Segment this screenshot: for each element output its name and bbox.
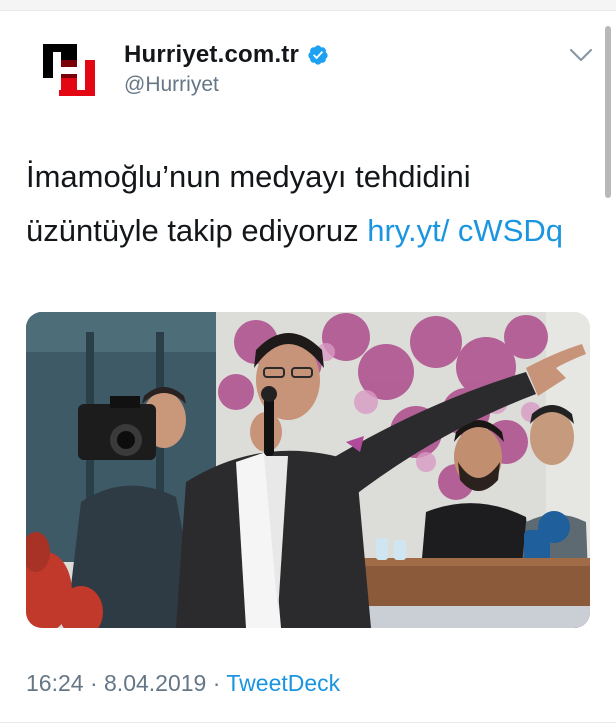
chevron-down-icon[interactable] xyxy=(568,46,594,64)
author-avatar[interactable]: H xyxy=(41,42,97,98)
meta-separator: · xyxy=(89,670,98,696)
bottom-divider xyxy=(0,722,616,723)
author-display-name[interactable]: Hurriyet.com.tr xyxy=(124,41,299,69)
hurriyet-logo-icon: H xyxy=(41,42,97,98)
tweet-source-link[interactable]: TweetDeck xyxy=(226,670,340,696)
tweet-media-photo[interactable] xyxy=(26,312,590,628)
tweet-link[interactable]: hry.yt/ cWSDq xyxy=(367,213,563,248)
meta-separator: · xyxy=(212,670,221,696)
tweet-meta: 16:24 · 8.04.2019 · TweetDeck xyxy=(26,670,340,697)
scrollbar-thumb[interactable] xyxy=(605,26,611,198)
author-handle[interactable]: @Hurriyet xyxy=(124,73,329,97)
tweet-text: İmamoğlu’nun medyayı tehdidini üzüntüyle… xyxy=(26,150,586,258)
verified-badge-icon xyxy=(308,45,328,65)
tweet-detail-view: H Hurriyet.com.tr @Hurriyet İmamoğlu’nun… xyxy=(0,0,616,724)
tweet-time[interactable]: 16:24 xyxy=(26,670,84,696)
author-block[interactable]: Hurriyet.com.tr @Hurriyet xyxy=(124,40,329,97)
display-name-row: Hurriyet.com.tr xyxy=(124,40,329,70)
tweet-date[interactable]: 8.04.2019 xyxy=(104,670,206,696)
top-divider xyxy=(0,0,616,11)
rally-photo-image xyxy=(26,312,590,628)
